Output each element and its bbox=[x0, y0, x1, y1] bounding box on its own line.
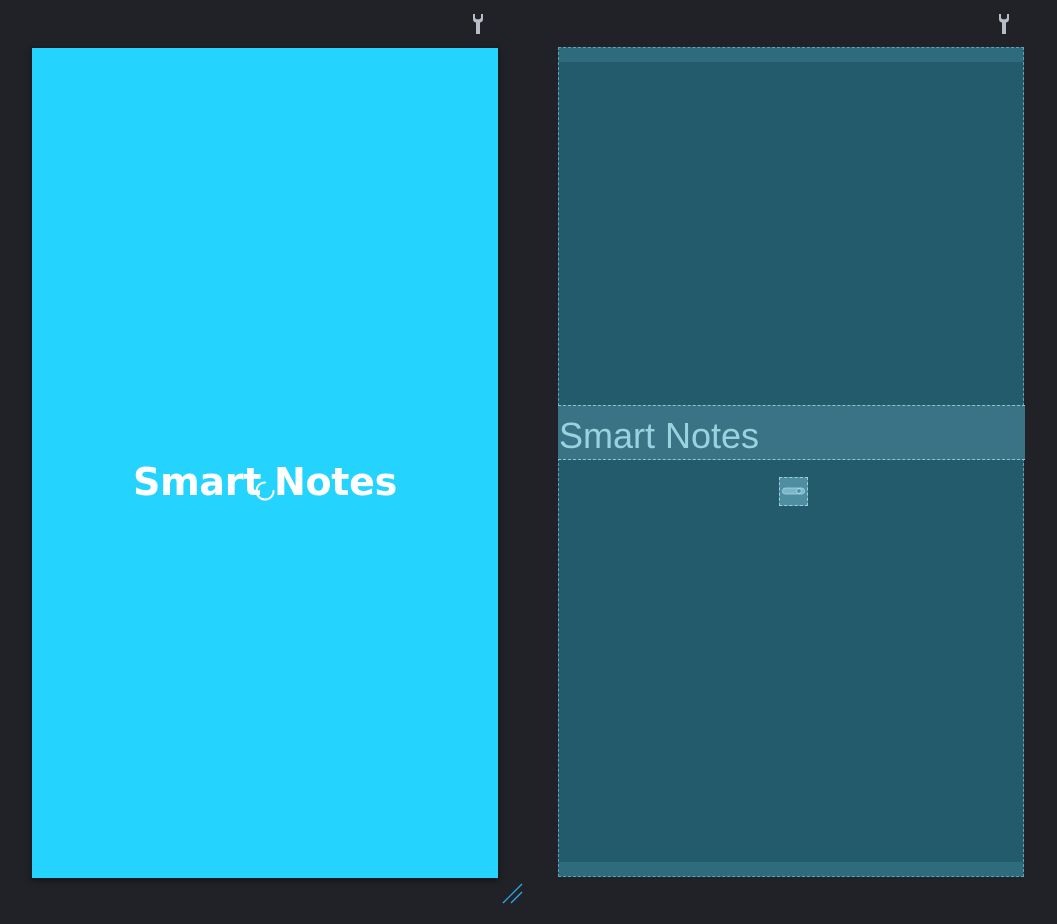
blueprint-title-text: Smart Notes bbox=[559, 415, 760, 456]
blueprint-progress-bar[interactable] bbox=[779, 477, 808, 506]
resize-handle-icon[interactable] bbox=[502, 883, 524, 905]
progress-bar-icon bbox=[782, 487, 805, 495]
spinner-icon[interactable] bbox=[254, 480, 276, 502]
blueprint-settings-wrench-icon[interactable] bbox=[997, 13, 1011, 35]
blueprint-title-textview[interactable]: Smart Notes bbox=[558, 405, 1025, 460]
design-preview-screen[interactable]: Smart Notes bbox=[32, 48, 498, 878]
blueprint-preview-screen[interactable]: Smart Notes bbox=[558, 47, 1025, 877]
blueprint-navigation-bar bbox=[559, 862, 1023, 876]
layout-editor-canvas: Smart Notes Smart Notes bbox=[0, 0, 1057, 924]
blueprint-status-bar bbox=[559, 48, 1023, 62]
design-settings-wrench-icon[interactable] bbox=[471, 13, 485, 35]
